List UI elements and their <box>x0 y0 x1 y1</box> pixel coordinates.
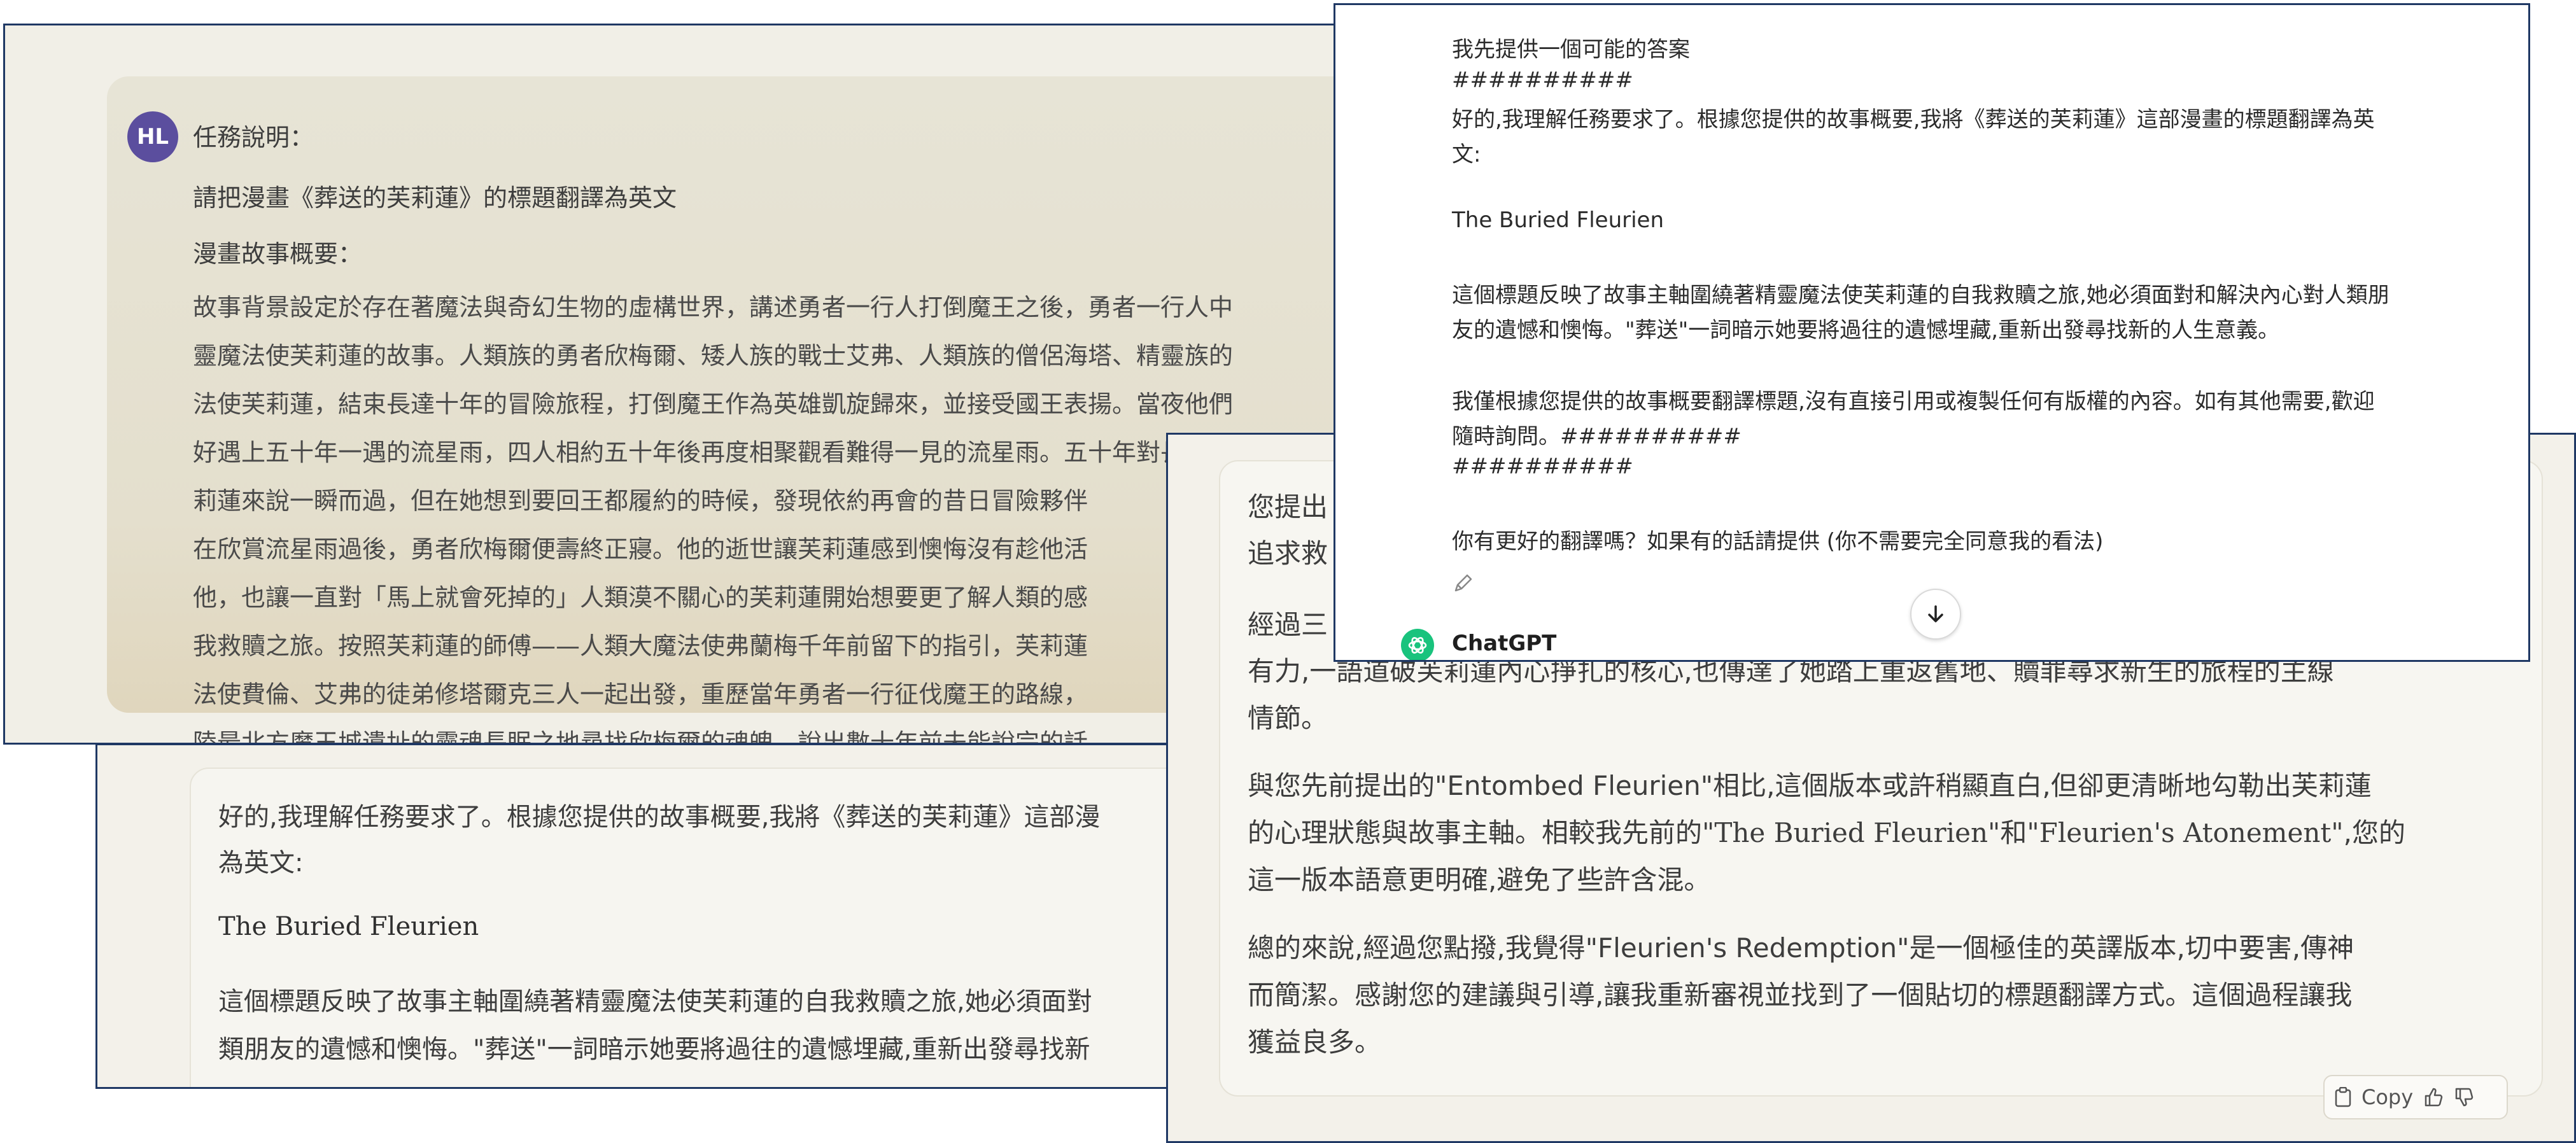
answer-body-line: 類朋友的遺憾和懊悔。"葬送"一詞暗示她要將過往的遺憾埋藏,重新出發尋找新 <box>218 1035 1090 1064</box>
story-line: 故事背景設定於存在著魔法與奇幻生物的虛構世界，講述勇者一行人打倒魔王之後，勇者一… <box>193 293 1234 321</box>
reply-line: 獲益良多。 <box>1248 1027 1382 1058</box>
reply-line: 總的來說,經過您點撥,我覺得"Fleurien's Redemption"是一個… <box>1248 932 2354 964</box>
reply-line: 情節。 <box>1248 703 1328 734</box>
reply-line: 追求救 <box>1248 538 1328 569</box>
reply-quote: "Fleurien's Atonement" <box>2027 817 2344 848</box>
reply-line: 經過三 <box>1248 609 1328 640</box>
answer-intro-line: 好的,我理解任務要求了。根據您提供的故事概要,我將《葬送的芙莉蓮》這部漫 <box>218 803 1101 832</box>
prompt-heading: 任務說明： <box>193 123 314 151</box>
answer-body-line: 這個標題反映了故事主軸圍繞著精靈魔法使芙莉蓮的自我救贖之旅,她必須面對 <box>218 987 1092 1016</box>
thumbs-down-icon[interactable] <box>2454 1087 2474 1107</box>
reply-line: 的心理狀態與故事主軸。相較我先前的"The Buried Fleurien"和"… <box>1248 811 2405 850</box>
chatgpt-logo-icon <box>1401 629 1434 660</box>
edit-pencil-icon[interactable] <box>1452 572 1475 594</box>
chatgpt-line: 文: <box>1452 142 1481 167</box>
chatgpt-line: ########## <box>1452 67 1633 93</box>
reply-line: 您提出 <box>1248 491 1328 522</box>
user-avatar: HL <box>127 111 178 162</box>
chatgpt-line: 隨時詢問。########## <box>1452 424 1742 449</box>
chatgpt-panel: 我先提供一個可能的答案 ########## 好的,我理解任務要求了。根據您提供… <box>1334 3 2530 662</box>
reply-line-part: 的心理狀態與故事主軸。相較我先前的 <box>1248 817 1703 848</box>
prompt-summary-label: 漫畫故事概要： <box>193 240 363 268</box>
arrow-down-icon <box>1928 605 1943 622</box>
reply-line: 這一版本語意更明確,避免了些許含混。 <box>1248 864 1711 895</box>
answer-intro-line: 為英文: <box>218 848 304 878</box>
reply-line: 而簡潔。感謝您的建議與引導,讓我重新審視並找到了一個貼切的標題翻譯方式。這個過程… <box>1248 979 2353 1011</box>
chatgpt-line: 友的遺憾和懊悔。"葬送"一詞暗示她要將過往的遺憾埋藏,重新出發尋找新的人生意義。 <box>1452 318 2280 343</box>
thumbs-up-icon[interactable] <box>2423 1087 2444 1107</box>
answer-title: The Buried Fleurien <box>218 912 479 941</box>
chatgpt-title: The Buried Fleurien <box>1452 207 1665 233</box>
prompt-instruction: 請把漫畫《葬送的芙莉蓮》的標題翻譯為英文 <box>193 184 677 212</box>
chatgpt-line: 你有更好的翻譯嗎？如果有的話請提供 (你不需要完全同意我的看法) <box>1452 529 2104 554</box>
chatgpt-line: 好的,我理解任務要求了。根據您提供的故事概要,我將《葬送的芙莉蓮》這部漫畫的標題… <box>1452 107 2375 132</box>
chatgpt-line: 我先提供一個可能的答案 <box>1452 37 1690 62</box>
chatgpt-line: 我僅根據您提供的故事概要翻譯標題,沒有直接引用或複製任何有版權的內容。如有其他需… <box>1452 389 2375 414</box>
reply-line-part: 和 <box>2000 817 2027 848</box>
reply-line: 與您先前提出的"Entombed Fleurien"相比,這個版本或許稍顯直白,… <box>1248 770 2372 801</box>
reply-quote: "The Buried Fleurien" <box>1702 817 2001 848</box>
copy-button[interactable]: Copy <box>2361 1085 2413 1109</box>
story-line: 法使芙莉蓮，結束長達十年的冒險旅程，打倒魔王作為英雄凱旋歸來，並接受國王表揚。當… <box>193 390 1234 418</box>
chatgpt-name: ChatGPT <box>1452 631 1557 656</box>
answer-panel: 好的,我理解任務要求了。根據您提供的故事概要,我將《葬送的芙莉蓮》這部漫 為英文… <box>95 743 1178 1089</box>
chatgpt-line: 這個標題反映了故事主軸圍繞著精靈魔法使芙莉蓮的自我救贖之旅,她必須面對和解決內心… <box>1452 283 2389 308</box>
chatgpt-line: ########## <box>1452 454 1633 479</box>
story-line: 靈魔法使芙莉蓮的故事。人類族的勇者欣梅爾、矮人族的戰士艾弗、人類族的僧侶海塔、精… <box>193 342 1234 370</box>
clipboard-icon[interactable] <box>2335 1087 2351 1107</box>
reply-line-part: ,您的 <box>2343 817 2405 848</box>
message-actions: Copy <box>2323 1075 2508 1119</box>
scroll-down-button[interactable] <box>1910 589 1961 640</box>
